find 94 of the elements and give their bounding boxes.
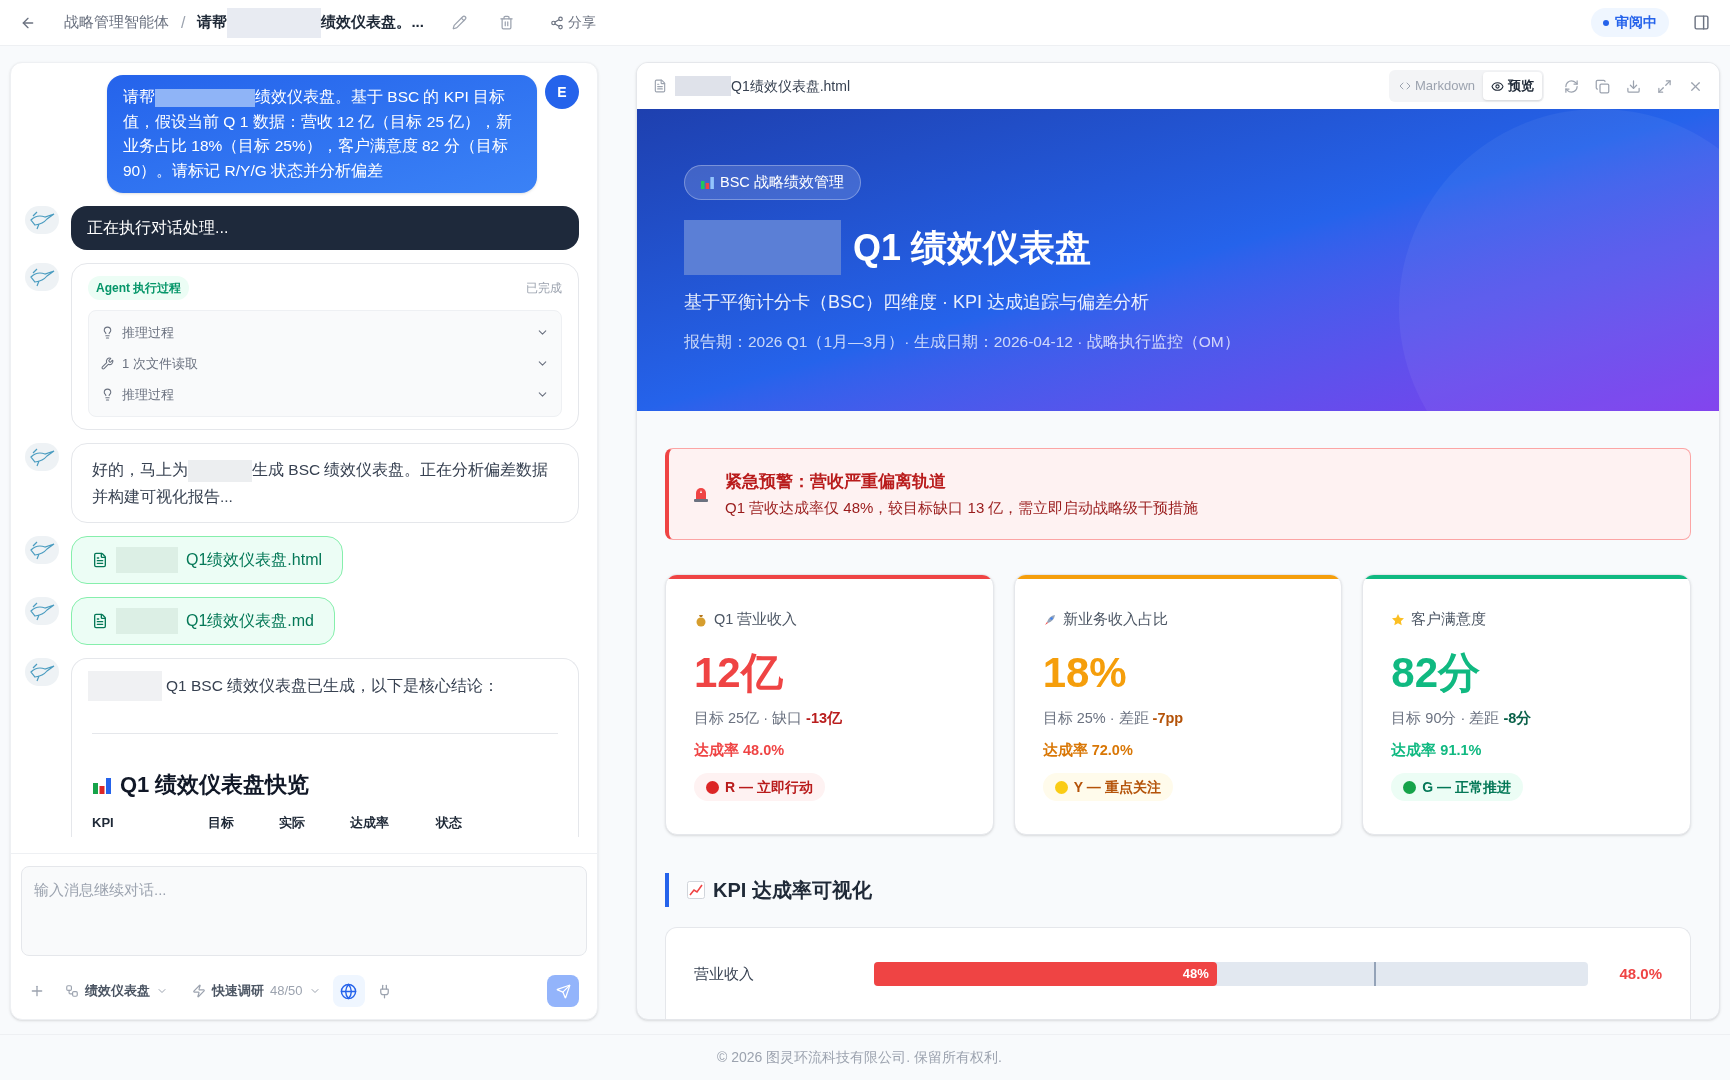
- alert-text: Q1 营收达成率仅 48%，较目标缺口 13 亿，需立即启动战略级干预措施: [725, 497, 1199, 518]
- status-dot-icon: [1603, 19, 1609, 26]
- panel-toggle-icon[interactable]: [1693, 14, 1710, 31]
- file-attachment[interactable]: Q1绩效仪表盘.html: [71, 536, 343, 584]
- hero-tag: BSC 战略绩效管理: [684, 165, 861, 200]
- hero-meta: 报告期：2026 Q1（1月—3月）· 生成日期：2026-04-12 · 战略执行监控（OM）: [684, 332, 1241, 352]
- edit-icon[interactable]: [451, 15, 467, 30]
- preview-filename: Q1绩效仪表盘.html: [675, 75, 850, 97]
- hero-subtitle: 基于平衡计分卡（BSC）四维度 · KPI 达成追踪与偏差分析: [684, 291, 1151, 314]
- kpi-value: 82分: [1391, 647, 1482, 698]
- expand-icon[interactable]: [1657, 78, 1672, 94]
- conversation-title: 请帮 绩效仪表盘。...: [197, 7, 424, 38]
- table-header: 状态: [436, 814, 463, 832]
- message-input[interactable]: 输入消息继续对话...: [21, 866, 587, 956]
- kpi-target: 目标 25亿 · 缺口: [694, 708, 803, 728]
- share-button[interactable]: 分享: [549, 12, 596, 33]
- status-message: 正在执行对话处理...: [71, 206, 579, 250]
- kpi-gap: -8分: [1503, 708, 1532, 728]
- footer-text: © 2026 图灵环流科技有限公司. 保留所有权利.: [717, 1048, 1002, 1067]
- kpi-target: 目标 25% · 差距: [1042, 708, 1149, 728]
- kpi-label: 新业务收入占比: [1062, 610, 1168, 629]
- delete-icon[interactable]: [498, 15, 514, 30]
- kpi-value: 18%: [1042, 647, 1128, 698]
- process-step[interactable]: 推理过程: [101, 317, 549, 348]
- skill-dropdown[interactable]: 绩效仪表盘: [65, 981, 168, 1001]
- kpi-row-label: 营业收入: [694, 963, 755, 984]
- rocket-icon: [1042, 612, 1057, 627]
- table-header: 实际: [279, 814, 306, 832]
- breadcrumb-link[interactable]: 战略管理智能体: [64, 11, 169, 34]
- progress-fill: 48%: [874, 962, 1217, 986]
- workflow-icon: [65, 984, 79, 998]
- web-search-toggle[interactable]: [332, 975, 365, 1007]
- globe-icon: [340, 982, 358, 1000]
- lightbulb-icon: [101, 388, 114, 401]
- star-icon: [1391, 612, 1406, 627]
- agent-avatar: [25, 263, 59, 291]
- kpi-gap: -13亿: [806, 708, 842, 728]
- wrench-icon: [101, 357, 114, 370]
- review-status: 审阅中: [1591, 8, 1669, 37]
- redacted-block: [675, 76, 731, 96]
- kpi-target: 目标 90分 · 差距: [1391, 708, 1500, 728]
- agent-avatar: [25, 206, 59, 234]
- file-attachment[interactable]: Q1绩效仪表盘.md: [71, 597, 335, 645]
- mode-dropdown[interactable]: 快速调研 48/50: [192, 981, 321, 1001]
- kpi-gap: -7pp: [1152, 708, 1184, 728]
- agent-avatar: [25, 597, 59, 625]
- process-state: 已完成: [526, 280, 562, 296]
- share-icon: [549, 15, 564, 30]
- add-icon[interactable]: [29, 983, 45, 999]
- table-header: 目标: [208, 814, 235, 832]
- agent-avatar: [25, 443, 59, 471]
- process-step[interactable]: 推理过程: [101, 379, 549, 410]
- file-icon: [653, 79, 667, 93]
- kpi-rate: 达成率 91.1%: [1391, 740, 1483, 760]
- lightbulb-icon: [101, 326, 114, 339]
- code-icon: [1399, 80, 1412, 92]
- alert-title: 紧急预警：营收严重偏离轨道: [725, 471, 947, 493]
- status-badge: Y — 重点关注: [1042, 773, 1173, 802]
- download-icon[interactable]: [1626, 78, 1641, 94]
- kpi-value: 12亿: [694, 647, 784, 698]
- agent-message: 好的，马上为 生成 BSC 绩效仪表盘。正在分析偏差数据并构建可视化报告...: [71, 443, 579, 523]
- file-icon: [92, 613, 108, 629]
- status-badge: R — 立即行动: [694, 773, 825, 802]
- table-header: 达成率: [350, 814, 390, 832]
- hero-title: Q1 绩效仪表盘: [853, 225, 1092, 270]
- kpi-row-reading: 48.0%: [1618, 963, 1662, 984]
- send-icon: [555, 983, 571, 999]
- eye-icon: [1491, 79, 1504, 93]
- copy-icon[interactable]: [1595, 78, 1610, 94]
- kpi-label: 客户满意度: [1411, 610, 1487, 629]
- view-tab[interactable]: 预览: [1483, 72, 1542, 100]
- user-message: 请帮 绩效仪表盘。基于 BSC 的 KPI 目标值，假设当前 Q 1 数据：营收 12 亿（目标 25 亿），新业务占比 18%（目标 25%），客户满意度 82 分（目标 90）。请标记 R/Y/G 状态并分析偏差: [107, 75, 537, 193]
- file-icon: [92, 552, 108, 568]
- table-header: KPI: [92, 814, 115, 832]
- agent-badge: Agent 执行过程: [88, 276, 190, 300]
- agent-avatar: [25, 536, 59, 564]
- process-step[interactable]: 1 次文件读取: [101, 348, 549, 379]
- kpi-rate: 达成率 48.0%: [694, 740, 786, 760]
- lightning-icon: [192, 984, 206, 998]
- user-avatar: E: [545, 75, 579, 109]
- trend-chart-icon: [687, 881, 705, 899]
- summary-intro: Q1 BSC 绩效仪表盘已生成，以下是核心结论：: [166, 676, 500, 697]
- kpi-rate: 达成率 72.0%: [1042, 740, 1134, 760]
- breadcrumb-separator: /: [181, 12, 186, 33]
- bar-chart-icon: [701, 176, 714, 189]
- money-bag-icon: [694, 612, 708, 627]
- siren-icon: [693, 485, 709, 503]
- agent-avatar: [25, 658, 59, 686]
- section-title: KPI 达成率可视化: [713, 878, 872, 903]
- refresh-icon[interactable]: [1564, 78, 1579, 94]
- summary-heading: Q1 绩效仪表盘快览: [120, 771, 310, 799]
- kpi-label: Q1 营业收入: [714, 610, 798, 629]
- send-button[interactable]: [547, 975, 579, 1007]
- status-badge: G — 正常推进: [1391, 773, 1523, 802]
